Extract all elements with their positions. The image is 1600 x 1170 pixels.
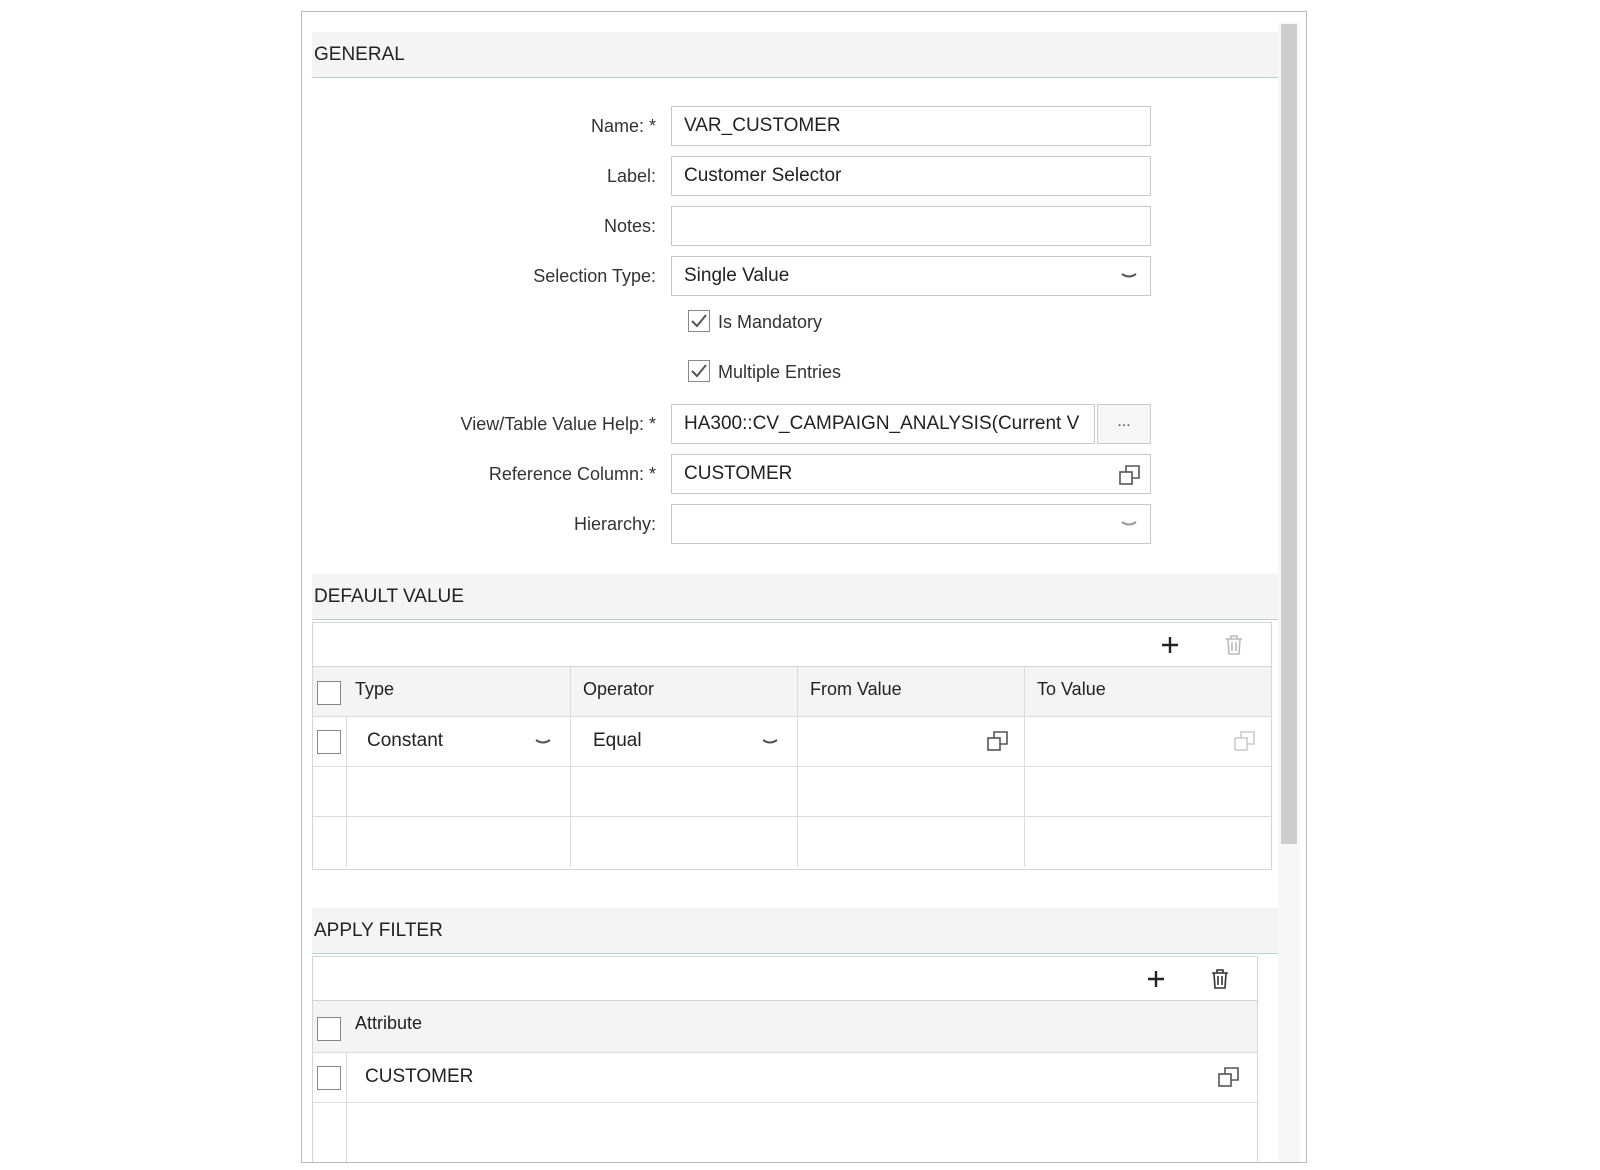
type-column-header: Type (355, 679, 395, 699)
trash-icon[interactable] (1223, 634, 1245, 656)
type-header-cell: Type (313, 667, 571, 716)
empty-cell (313, 817, 347, 867)
select-all-checkbox[interactable] (317, 1017, 341, 1041)
row-select-cell (313, 717, 347, 766)
empty-cell (571, 767, 798, 816)
copy-icon[interactable] (986, 729, 1010, 753)
default-value-toolbar (313, 623, 1271, 667)
vertical-scrollbar[interactable] (1278, 22, 1300, 1162)
variable-editor-panel: GENERAL Name: * VAR_CUSTOMER Label: Cust… (301, 11, 1307, 1163)
copy-icon[interactable] (1118, 463, 1142, 487)
empty-cell (798, 817, 1025, 867)
general-section-header: GENERAL (312, 32, 1278, 78)
copy-icon[interactable] (1217, 1065, 1241, 1089)
to-value-cell[interactable] (1025, 717, 1271, 766)
empty-cell (347, 767, 571, 816)
hierarchy-select[interactable] (671, 504, 1151, 544)
value-help-row: View/Table Value Help: * HA300::CV_CAMPA… (308, 404, 1276, 444)
selection-type-value: Single Value (684, 265, 790, 286)
name-row: Name: * VAR_CUSTOMER (308, 106, 1276, 146)
hierarchy-label: Hierarchy: (573, 514, 656, 534)
label-row: Label: Customer Selector (308, 156, 1276, 196)
operator-column-header: Operator (583, 679, 655, 699)
plus-icon[interactable] (1159, 634, 1181, 656)
table-row (313, 767, 1271, 817)
hierarchy-row: Hierarchy: (308, 504, 1276, 544)
chevron-down-icon[interactable] (1120, 515, 1138, 533)
empty-cell (1025, 767, 1271, 816)
select-all-checkbox[interactable] (317, 681, 341, 705)
type-value: Constant (367, 730, 444, 751)
from-value-header-cell: From Value (798, 667, 1025, 716)
chevron-down-icon[interactable] (1120, 267, 1138, 285)
table-row[interactable]: Constant Equal (313, 717, 1271, 767)
selection-type-row: Selection Type: Single Value (308, 256, 1276, 296)
empty-cell (313, 767, 347, 816)
scrollbar-thumb[interactable] (1281, 24, 1297, 844)
label-input[interactable]: Customer Selector (671, 156, 1151, 196)
selection-type-label: Selection Type: (533, 266, 656, 286)
attribute-cell[interactable]: CUSTOMER (347, 1053, 1257, 1102)
default-value-grid: Type Operator From Value To Value Consta… (312, 622, 1272, 870)
apply-filter-toolbar (313, 957, 1257, 1001)
apply-filter-grid: Attribute CUSTOMER (312, 956, 1258, 1162)
row-select-cell (313, 1053, 347, 1102)
value-help-browse-button[interactable]: ... (1097, 404, 1151, 444)
value-help-label: View/Table Value Help: * (460, 414, 656, 434)
to-value-column-header: To Value (1037, 679, 1106, 699)
empty-cell (347, 817, 571, 867)
copy-icon[interactable] (1233, 729, 1257, 753)
empty-cell (571, 817, 798, 867)
empty-cell (798, 767, 1025, 816)
attribute-header-cell: Attribute (313, 1001, 1257, 1052)
operator-cell[interactable]: Equal (571, 717, 798, 766)
default-value-header-row: Type Operator From Value To Value (313, 667, 1271, 717)
from-value-column-header: From Value (810, 679, 902, 699)
operator-value: Equal (593, 730, 642, 751)
is-mandatory-checkbox[interactable] (688, 310, 710, 332)
name-input[interactable]: VAR_CUSTOMER (671, 106, 1151, 146)
operator-header-cell: Operator (571, 667, 798, 716)
row-checkbox[interactable] (317, 730, 341, 754)
notes-input[interactable] (671, 206, 1151, 246)
is-mandatory-label: Is Mandatory (718, 312, 823, 332)
trash-icon[interactable] (1209, 968, 1231, 990)
attribute-value: CUSTOMER (365, 1066, 474, 1087)
table-row (313, 817, 1271, 867)
type-cell[interactable]: Constant (347, 717, 571, 766)
notes-label: Notes: (603, 216, 656, 236)
reference-column-label: Reference Column: * (488, 464, 656, 484)
table-row[interactable]: CUSTOMER (313, 1053, 1257, 1103)
plus-icon[interactable] (1145, 968, 1167, 990)
apply-filter-section-header: APPLY FILTER (312, 908, 1278, 954)
chevron-down-icon[interactable] (534, 733, 552, 751)
notes-row: Notes: (308, 206, 1276, 246)
empty-cell (1025, 817, 1271, 867)
reference-column-row: Reference Column: * CUSTOMER (308, 454, 1276, 494)
to-value-header-cell: To Value (1025, 667, 1271, 716)
reference-column-input[interactable]: CUSTOMER (671, 454, 1151, 494)
name-label: Name: * (590, 116, 656, 136)
empty-cell (313, 1103, 347, 1162)
chevron-down-icon[interactable] (761, 733, 779, 751)
value-help-input[interactable]: HA300::CV_CAMPAIGN_ANALYSIS(Current V (671, 404, 1095, 444)
default-value-section-header: DEFAULT VALUE (312, 574, 1278, 620)
multiple-entries-label: Multiple Entries (718, 362, 842, 382)
apply-filter-header-row: Attribute (313, 1001, 1257, 1053)
table-row (313, 1103, 1257, 1162)
selection-type-select[interactable]: Single Value (671, 256, 1151, 296)
label-label: Label: (606, 166, 656, 186)
row-checkbox[interactable] (317, 1066, 341, 1090)
from-value-cell[interactable] (798, 717, 1025, 766)
reference-column-value: CUSTOMER (684, 463, 793, 484)
multiple-entries-checkbox[interactable] (688, 360, 710, 382)
attribute-column-header: Attribute (355, 1013, 423, 1033)
